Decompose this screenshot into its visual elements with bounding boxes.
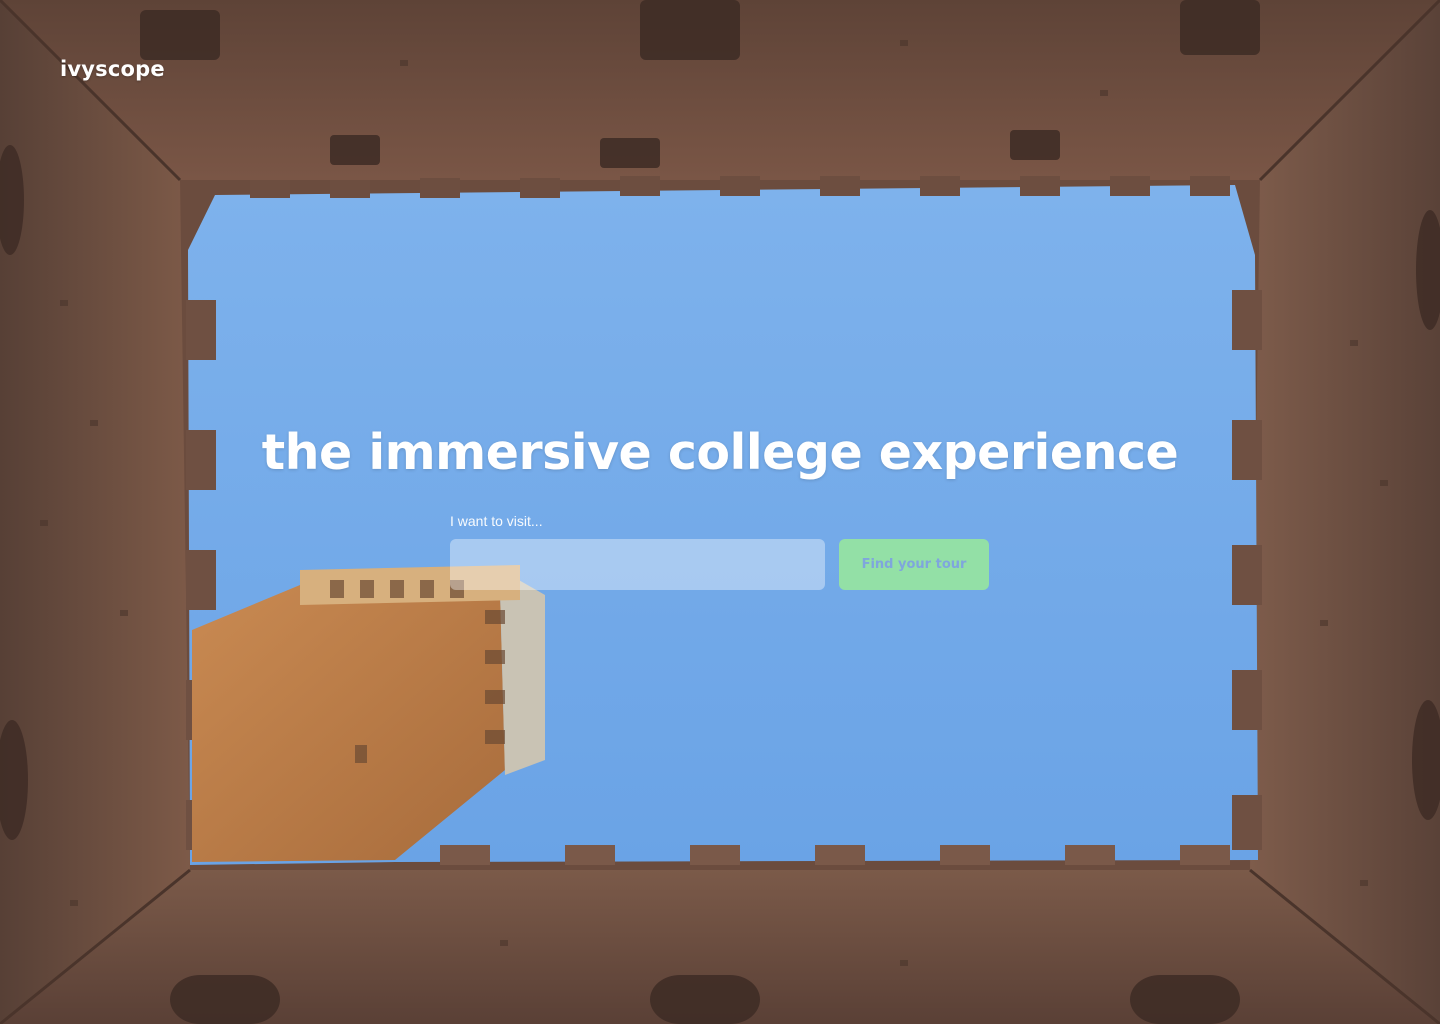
college-search-input[interactable] (450, 539, 825, 590)
search-label: I want to visit... (450, 513, 543, 529)
hero-background-image (0, 0, 1440, 1024)
find-tour-button[interactable]: Find your tour (839, 539, 989, 590)
hero-headline: the immersive college experience (261, 424, 1179, 481)
brand-logo[interactable]: ivyscope (60, 57, 165, 81)
